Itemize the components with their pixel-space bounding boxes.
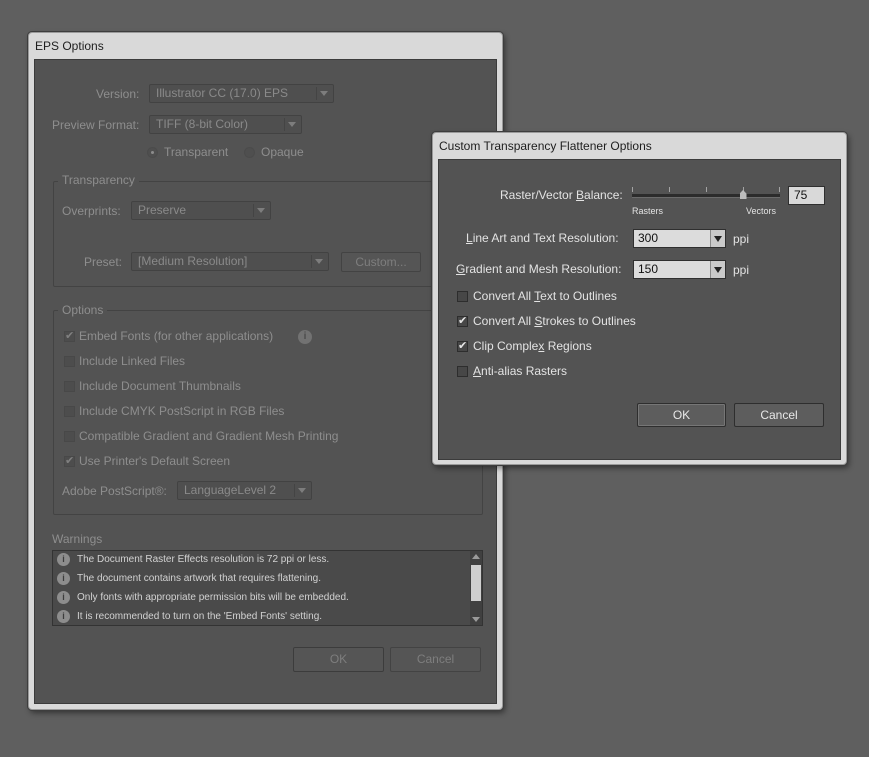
warning-item: i Only fonts with appropriate permission …: [57, 589, 349, 607]
gradient-ppi-label: ppi: [733, 263, 750, 277]
info-icon: i: [298, 330, 312, 344]
checkbox-convert-text-outlines[interactable]: [457, 291, 468, 302]
checkbox-embed-fonts-label: Embed Fonts (for other applications): [79, 329, 274, 343]
slider-tick: [779, 187, 780, 192]
radio-opaque[interactable]: [244, 147, 255, 158]
warnings-list[interactable]: i The Document Raster Effects resolution …: [52, 550, 483, 626]
info-icon: i: [57, 609, 70, 623]
gradient-label: Gradient and Mesh Resolution:: [456, 262, 622, 276]
postscript-value: LanguageLevel 2: [184, 483, 277, 497]
checkbox-include-cmyk-postscript-label: Include CMYK PostScript in RGB Files: [79, 404, 285, 418]
slider-tick: [706, 187, 707, 192]
eps-dialog-body: Version: Illustrator CC (17.0) EPS Previ…: [34, 59, 497, 704]
line-art-value: 300: [638, 231, 659, 245]
slider-tick: [632, 187, 633, 192]
checkbox-anti-alias-rasters[interactable]: [457, 366, 468, 377]
checkbox-use-printers-default-screen-label: Use Printer's Default Screen: [79, 454, 231, 468]
checkbox-include-document-thumbnails[interactable]: [64, 381, 75, 392]
checkbox-use-printers-default-screen[interactable]: [64, 454, 75, 467]
eps-ok-button[interactable]: OK: [293, 647, 384, 672]
checkbox-clip-complex-regions-label: Clip Complex Regions: [473, 339, 592, 353]
flattener-dialog-title[interactable]: Custom Transparency Flattener Options: [433, 133, 846, 159]
overprints-value: Preserve: [138, 203, 187, 217]
chevron-down-icon: [320, 91, 328, 96]
slider-thumb[interactable]: [739, 190, 747, 199]
checkbox-compatible-gradient[interactable]: [64, 431, 75, 442]
overprints-label: Overprints:: [62, 204, 121, 218]
preview-format-value: TIFF (8-bit Color): [156, 117, 249, 131]
checkbox-convert-text-outlines-label: Convert All Text to Outlines: [473, 289, 617, 303]
overprints-select[interactable]: Preserve: [131, 201, 271, 220]
checkbox-include-linked-files-label: Include Linked Files: [79, 354, 186, 368]
chevron-down-icon: [288, 122, 296, 127]
eps-cancel-button[interactable]: Cancel: [390, 647, 481, 672]
options-group-title: Options: [58, 303, 108, 317]
info-icon: i: [57, 571, 70, 585]
scroll-thumb[interactable]: [471, 565, 481, 601]
radio-transparent[interactable]: [147, 147, 158, 158]
rasters-label: Rasters: [632, 206, 664, 216]
warning-item: i The document contains artwork that requ…: [57, 570, 321, 588]
flattener-dialog-body: Raster/Vector Balance: Rasters Vectors 7…: [438, 159, 841, 460]
info-icon: i: [57, 552, 70, 566]
flattener-options-dialog: Custom Transparency Flattener Options Ra…: [432, 132, 847, 465]
slider-tick: [669, 187, 670, 192]
checkbox-include-document-thumbnails-label: Include Document Thumbnails: [79, 379, 241, 393]
checkbox-embed-fonts[interactable]: [64, 329, 75, 342]
checkbox-include-linked-files[interactable]: [64, 356, 75, 367]
gradient-value: 150: [638, 262, 659, 276]
flattener-cancel-button[interactable]: Cancel: [734, 403, 824, 427]
info-icon: i: [57, 590, 70, 604]
postscript-select[interactable]: LanguageLevel 2: [177, 481, 312, 500]
gradient-resolution-select[interactable]: 150: [633, 260, 726, 279]
warnings-label: Warnings: [52, 532, 103, 546]
slider-track: [632, 194, 780, 198]
checkbox-convert-strokes-outlines-label: Convert All Strokes to Outlines: [473, 314, 636, 328]
checkbox-include-cmyk-postscript[interactable]: [64, 406, 75, 417]
balance-slider[interactable]: [632, 182, 780, 202]
postscript-label: Adobe PostScript®:: [62, 484, 167, 498]
chevron-down-icon[interactable]: [710, 230, 725, 247]
version-label: Version:: [96, 87, 140, 101]
custom-button[interactable]: Custom...: [341, 252, 421, 272]
scroll-down-arrow-icon[interactable]: [472, 617, 480, 622]
preset-select[interactable]: [Medium Resolution]: [131, 252, 329, 271]
checkbox-compatible-gradient-label: Compatible Gradient and Gradient Mesh Pr…: [79, 429, 339, 443]
chevron-down-icon: [298, 488, 306, 493]
preset-label: Preset:: [84, 255, 123, 269]
line-art-ppi-label: ppi: [733, 232, 750, 246]
checkbox-convert-strokes-outlines[interactable]: [457, 314, 468, 327]
warnings-scrollbar[interactable]: [470, 551, 482, 625]
vectors-label: Vectors: [746, 206, 777, 216]
version-value: Illustrator CC (17.0) EPS: [156, 86, 289, 100]
eps-dialog-title[interactable]: EPS Options: [29, 33, 502, 59]
balance-value-field[interactable]: 75: [788, 186, 825, 205]
chevron-down-icon: [257, 208, 265, 213]
line-art-resolution-select[interactable]: 300: [633, 229, 726, 248]
warning-item: i The Document Raster Effects resolution …: [57, 551, 329, 569]
transparency-group-title: Transparency: [58, 173, 139, 187]
checkbox-anti-alias-rasters-label: Anti-alias Rasters: [473, 364, 568, 378]
preview-format-label: Preview Format:: [52, 118, 140, 132]
checkbox-clip-complex-regions[interactable]: [457, 339, 468, 352]
radio-opaque-label: Opaque: [261, 145, 304, 159]
scroll-up-arrow-icon[interactable]: [472, 554, 480, 559]
line-art-label: Line Art and Text Resolution:: [466, 231, 619, 245]
preset-value: [Medium Resolution]: [138, 254, 248, 268]
radio-transparent-label: Transparent: [164, 145, 229, 159]
flattener-ok-button[interactable]: OK: [637, 403, 726, 427]
preview-format-select[interactable]: TIFF (8-bit Color): [149, 115, 302, 134]
chevron-down-icon: [315, 259, 323, 264]
warning-item: i It is recommended to turn on the 'Embed…: [57, 608, 322, 626]
chevron-down-icon[interactable]: [710, 261, 725, 278]
balance-label: Raster/Vector Balance:: [500, 188, 623, 202]
version-select[interactable]: Illustrator CC (17.0) EPS: [149, 84, 334, 103]
